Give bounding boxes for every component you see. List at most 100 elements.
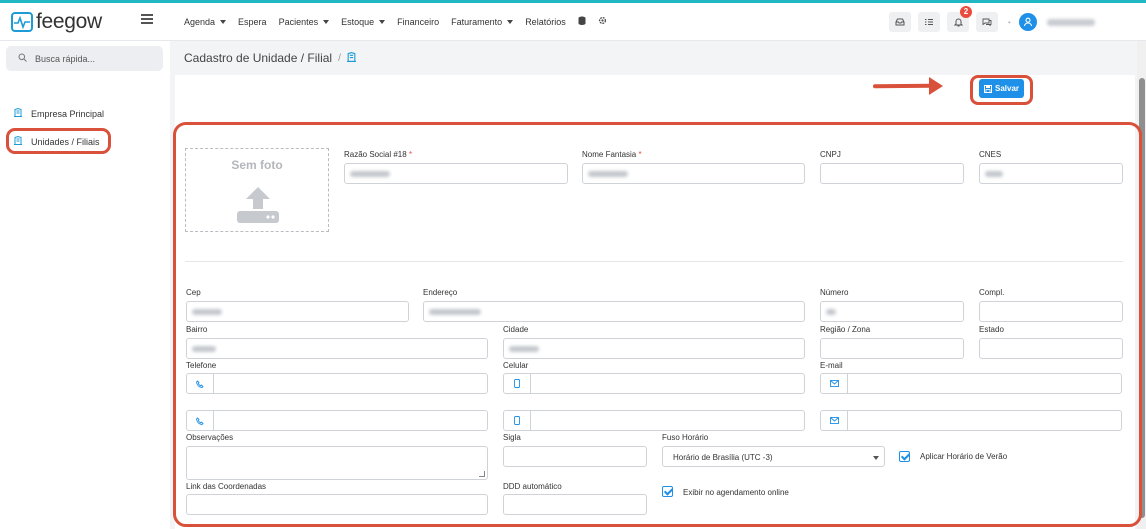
breadcrumb-bar: Cadastro de Unidade / Filial / (170, 41, 1136, 75)
celular-label: Celular (503, 361, 529, 370)
user-icon (1023, 17, 1032, 27)
nav-espera-label: Espera (238, 17, 267, 27)
brand-name: feegow (36, 10, 102, 33)
fuso-horario-value: Horário de Brasília (UTC -3) (673, 453, 773, 462)
link-coordenadas-input[interactable] (186, 494, 488, 515)
razao-social-label: Razão Social #18 * (344, 150, 413, 159)
ddd-automatico-label: DDD automático (503, 482, 562, 491)
search-icon (18, 53, 27, 65)
chat-button[interactable] (976, 12, 998, 32)
nav-relatorios-label: Relatórios (525, 17, 566, 27)
chevron-down-icon (220, 20, 227, 24)
regiao-label: Região / Zona (820, 325, 871, 334)
estado-input[interactable] (979, 338, 1123, 359)
endereco-input[interactable] (423, 301, 805, 322)
nav-financeiro[interactable]: Financeiro (397, 17, 439, 27)
bell-icon (953, 18, 963, 27)
nav-relatorios[interactable]: Relatórios (525, 17, 566, 27)
gear-icon[interactable] (598, 16, 607, 28)
notifications-button[interactable]: 2 (947, 6, 972, 32)
link-coordenadas-label: Link das Coordenadas (186, 482, 267, 491)
nav-agenda-label: Agenda (184, 17, 216, 27)
quick-search-input[interactable]: Busca rápida... (6, 46, 163, 71)
nav-pacientes[interactable]: Pacientes (279, 17, 330, 27)
sidebar: Busca rápida... Empresa Principal Unidad… (0, 41, 170, 529)
nav-espera[interactable]: Espera (238, 17, 267, 27)
brand-logo[interactable]: feegow (11, 11, 102, 33)
cnes-label: CNES (979, 150, 1002, 159)
tasks-button[interactable] (918, 12, 940, 32)
chevron-down-icon (507, 20, 514, 24)
breadcrumb: Cadastro de Unidade / Filial / (184, 51, 356, 65)
numero-input[interactable] (820, 301, 964, 322)
sigla-input[interactable] (503, 446, 647, 467)
chevron-down-icon (323, 20, 330, 24)
chevron-down-icon (379, 20, 386, 24)
cidade-input[interactable] (503, 338, 805, 359)
envelope-icon (821, 374, 848, 393)
checklist-icon (925, 19, 933, 25)
chevron-down-icon (873, 456, 879, 460)
compl-input[interactable] (979, 301, 1123, 322)
user-avatar[interactable] (1018, 13, 1037, 31)
sidebar-item-empresa-principal[interactable]: Empresa Principal (14, 107, 105, 119)
email-label: E-mail (820, 361, 843, 370)
resize-handle-icon[interactable] (479, 471, 485, 477)
email-2-input[interactable] (820, 410, 1122, 431)
bairro-input[interactable] (186, 338, 488, 359)
building-icon[interactable] (346, 51, 356, 65)
topbar-actions: 2 • (889, 6, 1095, 32)
annotation-arrow-head (929, 77, 943, 95)
cnpj-input[interactable] (820, 163, 964, 184)
horario-verao-checkbox[interactable] (899, 451, 910, 462)
database-icon[interactable] (578, 16, 586, 28)
exibir-agendamento-checkbox[interactable] (662, 486, 673, 497)
cep-input[interactable] (186, 301, 409, 322)
endereco-label: Endereço (423, 288, 458, 297)
telefone-2-input[interactable] (186, 410, 488, 431)
mobile-icon (504, 374, 531, 393)
quick-search-placeholder: Busca rápida... (35, 53, 96, 64)
telefone-input[interactable] (186, 373, 488, 394)
celular-input[interactable] (503, 373, 805, 394)
save-button[interactable]: Salvar (979, 79, 1024, 98)
sidebar-highlight-annotation (6, 128, 111, 154)
phone-icon (187, 411, 214, 430)
photo-placeholder-label: Sem foto (231, 158, 283, 172)
nome-fantasia-input[interactable] (582, 163, 805, 184)
nav-faturamento[interactable]: Faturamento (451, 17, 514, 27)
heartbeat-icon (11, 12, 33, 32)
nav-agenda[interactable]: Agenda (184, 17, 227, 27)
cnpj-label: CNPJ (820, 150, 841, 159)
cnes-input[interactable] (979, 163, 1123, 184)
separator-dot: • (1008, 17, 1011, 27)
nav-estoque[interactable]: Estoque (341, 17, 386, 27)
numero-label: Número (820, 288, 849, 297)
bairro-label: Bairro (186, 325, 208, 334)
nome-fantasia-label: Nome Fantasia * (582, 150, 642, 159)
email-input[interactable] (820, 373, 1122, 394)
photo-upload[interactable]: Sem foto (185, 148, 329, 232)
observacoes-textarea[interactable] (186, 446, 488, 480)
inbox-button[interactable] (889, 12, 911, 32)
section-divider (185, 261, 1123, 262)
nav-financeiro-label: Financeiro (397, 17, 440, 27)
ddd-automatico-input[interactable] (503, 494, 647, 515)
celular-2-input[interactable] (503, 410, 805, 431)
user-name[interactable] (1046, 18, 1095, 26)
observacoes-label: Observações (186, 433, 234, 442)
sidebar-item-label: Empresa Principal (31, 108, 105, 119)
razao-social-input[interactable] (344, 163, 568, 184)
floppy-icon (983, 84, 992, 93)
regiao-input[interactable] (820, 338, 964, 359)
fuso-horario-select[interactable]: Horário de Brasília (UTC -3) (662, 446, 885, 467)
telefone-label: Telefone (186, 361, 217, 370)
top-navbar: feegow Agenda Espera Pacientes Estoque F… (0, 3, 1146, 41)
nav-faturamento-label: Faturamento (451, 17, 503, 27)
menu-toggle-icon[interactable] (141, 14, 153, 24)
inbox-icon (895, 18, 905, 26)
envelope-icon (821, 411, 848, 430)
horario-verao-label: Aplicar Horário de Verão (920, 452, 1008, 461)
sigla-label: Sigla (503, 433, 521, 442)
nav-pacientes-label: Pacientes (278, 17, 319, 27)
